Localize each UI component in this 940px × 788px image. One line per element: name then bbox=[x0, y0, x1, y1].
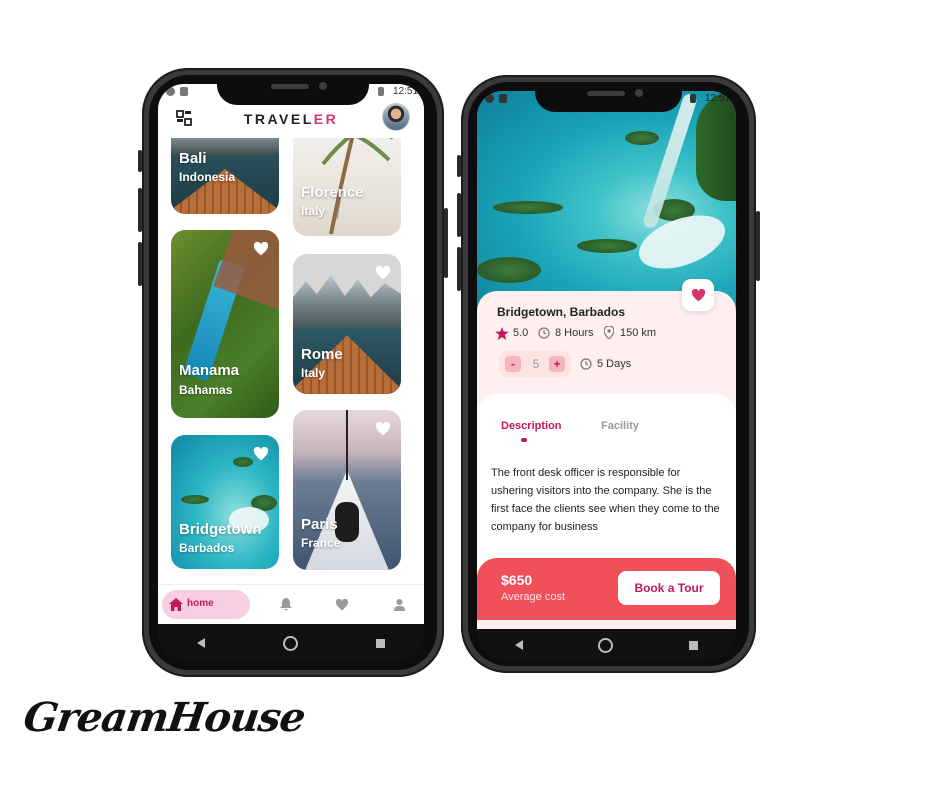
nav-home-label: home bbox=[187, 598, 214, 609]
card-country: France bbox=[301, 536, 341, 550]
destination-card-rome[interactable]: Rome Italy bbox=[293, 254, 401, 394]
star-icon bbox=[495, 327, 509, 340]
recent-apps-icon[interactable] bbox=[376, 638, 385, 648]
tab-description[interactable]: Description bbox=[501, 420, 562, 432]
home-icon bbox=[169, 598, 183, 611]
recent-apps-icon[interactable] bbox=[689, 640, 699, 650]
quantity-stepper: - 5 + bbox=[499, 351, 571, 377]
card-country: Barbados bbox=[179, 541, 235, 555]
heart-icon[interactable] bbox=[253, 242, 269, 256]
destination-title: Bridgetown, Barbados bbox=[497, 305, 626, 319]
location-pin-icon bbox=[604, 326, 614, 339]
system-nav-bar bbox=[477, 629, 736, 661]
description-text: The front desk officer is responsible fo… bbox=[491, 467, 720, 533]
rating-value: 5.0 bbox=[513, 327, 529, 339]
clock-icon bbox=[580, 358, 592, 370]
notch bbox=[535, 82, 682, 112]
quantity-value: 5 bbox=[532, 357, 540, 371]
tab-facility[interactable]: Facility bbox=[601, 420, 639, 432]
book-tour-button[interactable]: Book a Tour bbox=[618, 571, 720, 605]
card-country: Bahamas bbox=[179, 383, 233, 397]
price-value: $650 bbox=[501, 572, 533, 588]
status-time: 12:51 bbox=[392, 86, 418, 97]
notch bbox=[217, 75, 369, 105]
avatar[interactable] bbox=[382, 103, 410, 131]
palm-tree-illustration bbox=[313, 124, 395, 235]
logo-accent: ER bbox=[313, 111, 339, 127]
heart-icon[interactable] bbox=[253, 447, 269, 461]
heart-icon[interactable] bbox=[375, 422, 391, 436]
home-button-icon[interactable] bbox=[283, 635, 298, 651]
card-city: Paris bbox=[301, 516, 338, 533]
description-sheet: Description Facility The front desk offi… bbox=[477, 394, 736, 579]
heart-nav-icon[interactable] bbox=[335, 599, 349, 611]
card-city: Bali bbox=[179, 150, 207, 167]
info-card: Bridgetown, Barbados 5.0 8 Hours 150 km … bbox=[477, 279, 736, 401]
heart-icon[interactable] bbox=[375, 266, 391, 280]
booking-bar: $650 Average cost Book a Tour bbox=[477, 558, 736, 620]
detail-screen: 12:51 Bridgetown, Barbados 5.0 8 Hours 1… bbox=[477, 91, 736, 629]
back-icon[interactable] bbox=[197, 638, 205, 648]
destination-card-florence[interactable]: Florence Italy bbox=[293, 124, 401, 236]
profile-icon[interactable] bbox=[394, 599, 405, 611]
card-country: Indonesia bbox=[179, 170, 236, 184]
favorite-button[interactable] bbox=[682, 279, 714, 311]
price-label: Average cost bbox=[501, 591, 566, 603]
duration-value: 8 Hours bbox=[555, 327, 594, 339]
status-time: 12:51 bbox=[704, 93, 730, 104]
card-city: Rome bbox=[301, 346, 343, 363]
home-screen: 12:51 TRAVELER Bali Indonesia Florence I… bbox=[158, 84, 424, 624]
increment-button[interactable]: + bbox=[549, 356, 565, 372]
heart-icon bbox=[691, 288, 705, 301]
phone-detail: 12:51 Bridgetown, Barbados 5.0 8 Hours 1… bbox=[457, 75, 760, 673]
clock-icon bbox=[538, 327, 550, 339]
active-tab-indicator bbox=[521, 438, 527, 442]
phone-home: 12:51 TRAVELER Bali Indonesia Florence I… bbox=[138, 68, 448, 677]
destination-card-bridgetown[interactable]: Bridgetown Barbados bbox=[171, 435, 279, 569]
card-city: Florence bbox=[301, 184, 364, 201]
bottom-nav: home bbox=[158, 584, 424, 624]
card-country: Italy bbox=[301, 204, 326, 218]
card-city: Manama bbox=[179, 362, 240, 379]
home-button-icon[interactable] bbox=[598, 637, 614, 653]
system-nav-bar bbox=[158, 624, 424, 662]
nav-home-tab[interactable]: home bbox=[162, 590, 250, 619]
distance-value: 150 km bbox=[620, 327, 657, 339]
destination-card-paris[interactable]: Paris France bbox=[293, 410, 401, 570]
card-city: Bridgetown bbox=[179, 521, 262, 538]
top-bar: TRAVELER bbox=[158, 100, 424, 138]
back-icon[interactable] bbox=[514, 640, 523, 650]
hero-image bbox=[477, 91, 736, 311]
brand-signature: GreamHouse bbox=[20, 694, 308, 741]
bell-icon[interactable] bbox=[280, 598, 292, 611]
destination-card-manama[interactable]: Manama Bahamas bbox=[171, 230, 279, 418]
logo-text: TRAVEL bbox=[243, 111, 314, 127]
days-value: 5 Days bbox=[597, 358, 632, 370]
decrement-button[interactable]: - bbox=[505, 356, 521, 372]
card-country: Italy bbox=[301, 366, 326, 380]
